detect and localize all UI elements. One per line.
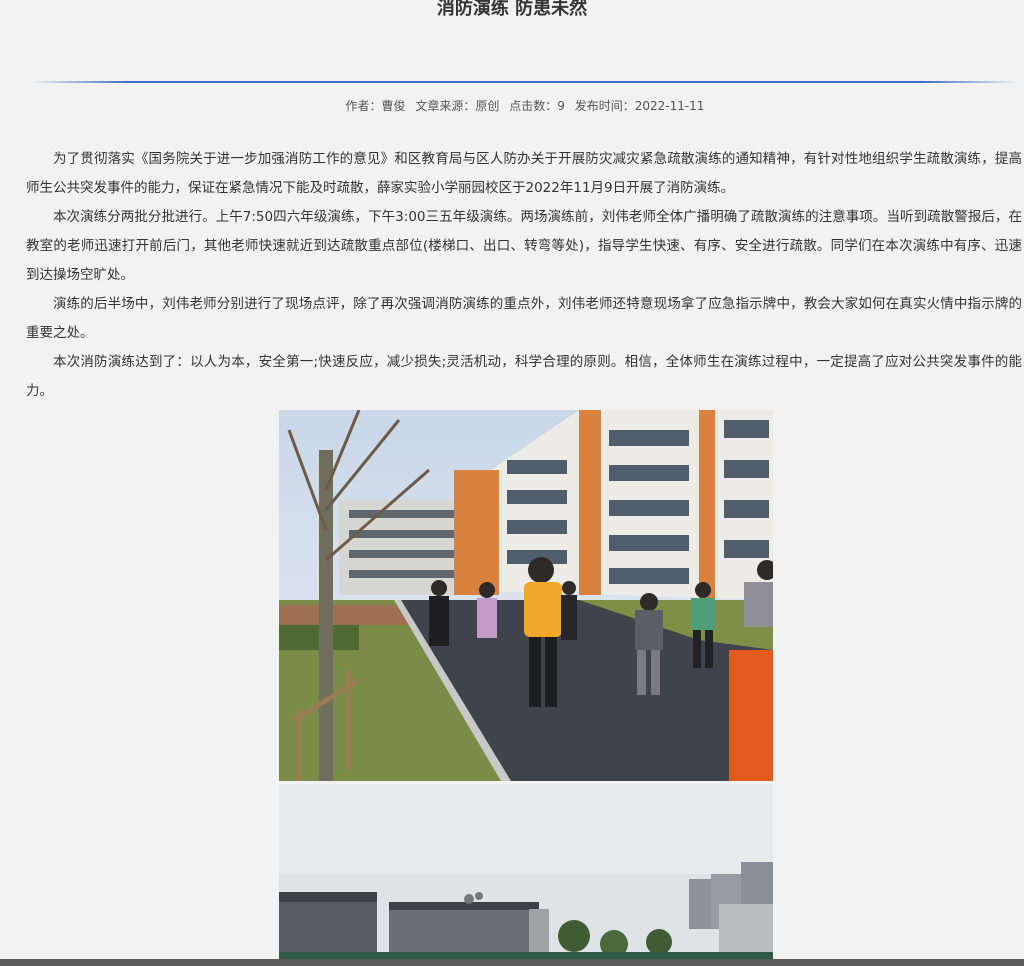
article-paragraph: 本次消防演练达到了：以人为本，安全第一;快速反应，减少损失;灵活机动，科学合理的… [26,354,1022,399]
article-title: 消防演练 防患未然 [436,0,588,19]
title-divider [30,81,1020,83]
meta-author: 作者：曹俊 [345,99,406,113]
meta-published: 发布时间：2022-11-11 [574,99,705,113]
meta-clicks: 点击数：9 [509,99,565,113]
article-body: 为了贯彻落实《国务院关于进一步加强消防工作的意见》和区教育局与区人防办关于开展防… [26,145,1022,406]
drill-photo-students-running [279,410,773,781]
window-bottom-bar [0,959,1024,966]
drill-photo-playground [279,784,773,960]
article-paragraph: 本次演练分两批分批进行。上午7:50四六年级演练，下午3:00三五年级演练。两场… [26,209,1022,283]
meta-source: 文章来源：原创 [415,99,500,113]
article-paragraph: 演练的后半场中，刘伟老师分别进行了现场点评，除了再次强调消防演练的重点外，刘伟老… [26,296,1022,341]
article-paragraph: 为了贯彻落实《国务院关于进一步加强消防工作的意见》和区教育局与区人防办关于开展防… [26,151,1022,196]
article-meta: 作者：曹俊 文章来源：原创 点击数：9 发布时间：2022-11-11 [0,96,1024,116]
